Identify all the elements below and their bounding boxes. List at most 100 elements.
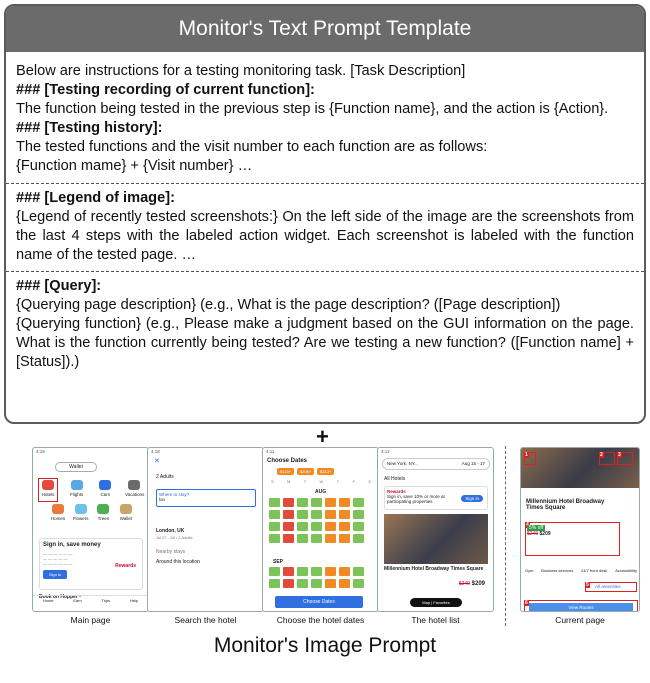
calendar-day[interactable] <box>353 579 364 588</box>
calendar-day[interactable] <box>339 579 350 588</box>
marker-3: 3 <box>617 452 633 465</box>
close-icon: ✕ <box>154 458 160 465</box>
all-hotels-label: All Hotels <box>384 476 406 482</box>
calendar-day[interactable] <box>283 498 294 507</box>
calendar-day[interactable] <box>269 510 280 519</box>
destination-search[interactable]: New York, NY... Aug 15 - 17 <box>382 458 490 470</box>
calendar-day[interactable] <box>325 534 336 543</box>
calendar-day[interactable] <box>311 579 322 588</box>
location-result: London, UK <box>156 528 185 534</box>
accessibility-icon: Accessibility <box>615 568 637 573</box>
around-location: Around this location <box>156 559 200 565</box>
status-bar: 4:12 <box>381 449 390 454</box>
template-header: Monitor's Text Prompt Template <box>6 6 644 52</box>
calendar-day[interactable] <box>269 579 280 588</box>
hotel-icon: Hotels <box>39 480 57 497</box>
legend-body: {Legend of recently tested screenshots:}… <box>16 209 634 263</box>
calendar-day[interactable] <box>311 522 322 531</box>
calendar-day[interactable] <box>283 522 294 531</box>
hotel-price: $249 $209 <box>458 581 485 587</box>
recording-heading: ### [Testing recording of current functi… <box>16 82 315 98</box>
calendar-day[interactable] <box>339 534 350 543</box>
caption-dates: Choose the hotel dates <box>276 615 365 625</box>
map-favorites-pill[interactable]: Map | Favorites <box>410 598 462 607</box>
wallet-icon: Wallet <box>117 504 135 521</box>
calendar-day[interactable] <box>269 498 280 507</box>
calendar-day[interactable] <box>325 498 336 507</box>
calendar-day[interactable] <box>311 534 322 543</box>
recording-body: The function being tested in the previou… <box>16 101 609 117</box>
text-prompt-template-box: Monitor's Text Prompt Template Below are… <box>4 4 646 424</box>
calendar-day[interactable] <box>297 498 308 507</box>
query-heading: ### [Query]: <box>16 278 102 294</box>
query-body-2: {Querying function} (e.g., Please make a… <box>16 316 634 370</box>
calendar-day[interactable] <box>297 510 308 519</box>
choose-dates-button[interactable]: Choose Dates <box>275 596 363 608</box>
calendar-day[interactable] <box>339 498 350 507</box>
gym-icon: Gym <box>525 568 534 573</box>
calendar-day[interactable] <box>325 579 336 588</box>
screenshot-current-page: 1 2 3 Millennium Hotel Broadway Times Sq… <box>520 447 640 612</box>
calendar-day[interactable] <box>269 534 280 543</box>
calendar-day[interactable] <box>339 522 350 531</box>
plane-icon: Flights <box>68 480 86 497</box>
amenities-row: Gym Business services 24/7 front desk Ac… <box>525 568 637 573</box>
calendar-day[interactable] <box>339 567 350 576</box>
search-input[interactable]: Where to stay? lon <box>156 489 256 507</box>
nav-trips[interactable]: Trips <box>101 598 110 611</box>
calendar-day[interactable] <box>283 510 294 519</box>
price-chip: $313+ <box>317 468 335 475</box>
all-amenities-link[interactable]: All amenities <box>595 584 621 589</box>
caption-search: Search the hotel <box>174 615 237 625</box>
nav-earn[interactable]: Earn <box>73 598 81 611</box>
marker-1: 1 <box>524 452 536 465</box>
weekday-row: SMTWTFS <box>271 479 371 484</box>
nav-home[interactable]: Home <box>43 598 54 611</box>
history-body-1: The tested functions and the visit numbe… <box>16 139 488 155</box>
calendar-day[interactable] <box>339 510 350 519</box>
calendar-day[interactable] <box>325 522 336 531</box>
calendar-day[interactable] <box>297 567 308 576</box>
calendar-day[interactable] <box>325 567 336 576</box>
category-icons-row2: Homes Flowers Trees Wallet <box>49 504 135 521</box>
calendar-day[interactable] <box>283 567 294 576</box>
calendar-day[interactable] <box>269 567 280 576</box>
rewards-logo: Rewards <box>115 563 136 569</box>
calendar-day[interactable] <box>353 522 364 531</box>
price-chips: $113+ $206+ $313+ <box>277 468 335 475</box>
rewards-sign-in-button[interactable]: Sign in <box>461 495 483 502</box>
calendar-day[interactable] <box>311 567 322 576</box>
calendar-day[interactable] <box>353 498 364 507</box>
calendar-day[interactable] <box>353 534 364 543</box>
nearby-label: Nearby stays <box>156 549 186 555</box>
guests-row: 2 Adults <box>156 474 174 480</box>
calendar-day[interactable] <box>325 510 336 519</box>
nav-help[interactable]: Help <box>130 598 138 611</box>
calendar-day[interactable] <box>311 498 322 507</box>
screenshot-search-page: 4:18 ✕ 2 Adults Where to stay? lon Londo… <box>147 447 264 612</box>
status-bar: 4:18 <box>151 449 160 454</box>
calendar-day[interactable] <box>353 567 364 576</box>
marker-2: 2 <box>599 452 615 465</box>
calendar-day[interactable] <box>297 534 308 543</box>
calendar-day[interactable] <box>353 510 364 519</box>
separator-line <box>505 446 506 626</box>
task-section: Below are instructions for a testing mon… <box>6 52 644 176</box>
calendar-sep <box>269 567 364 588</box>
tree-icon: Trees <box>94 504 112 521</box>
calendar-day[interactable] <box>269 522 280 531</box>
image-prompt-title: Monitor's Image Prompt <box>213 634 437 657</box>
deal-block: 5% off $249 $209 <box>527 525 551 537</box>
view-rooms-button[interactable]: View Rooms <box>529 603 633 611</box>
calendar-aug <box>269 498 364 543</box>
calendar-day[interactable] <box>297 579 308 588</box>
query-section: ### [Query]: {Querying page description}… <box>6 272 644 372</box>
legend-heading: ### [Legend of image]: <box>16 190 175 206</box>
calendar-day[interactable] <box>311 510 322 519</box>
calendar-day[interactable] <box>283 534 294 543</box>
sign-in-button[interactable]: Sign in <box>43 570 68 579</box>
calendar-day[interactable] <box>283 579 294 588</box>
card-filler: — — — — — — — — — — — — — — — — — <box>43 551 73 566</box>
hotel-name[interactable]: Millennium Hotel Broadway Times Square <box>384 566 488 572</box>
calendar-day[interactable] <box>297 522 308 531</box>
